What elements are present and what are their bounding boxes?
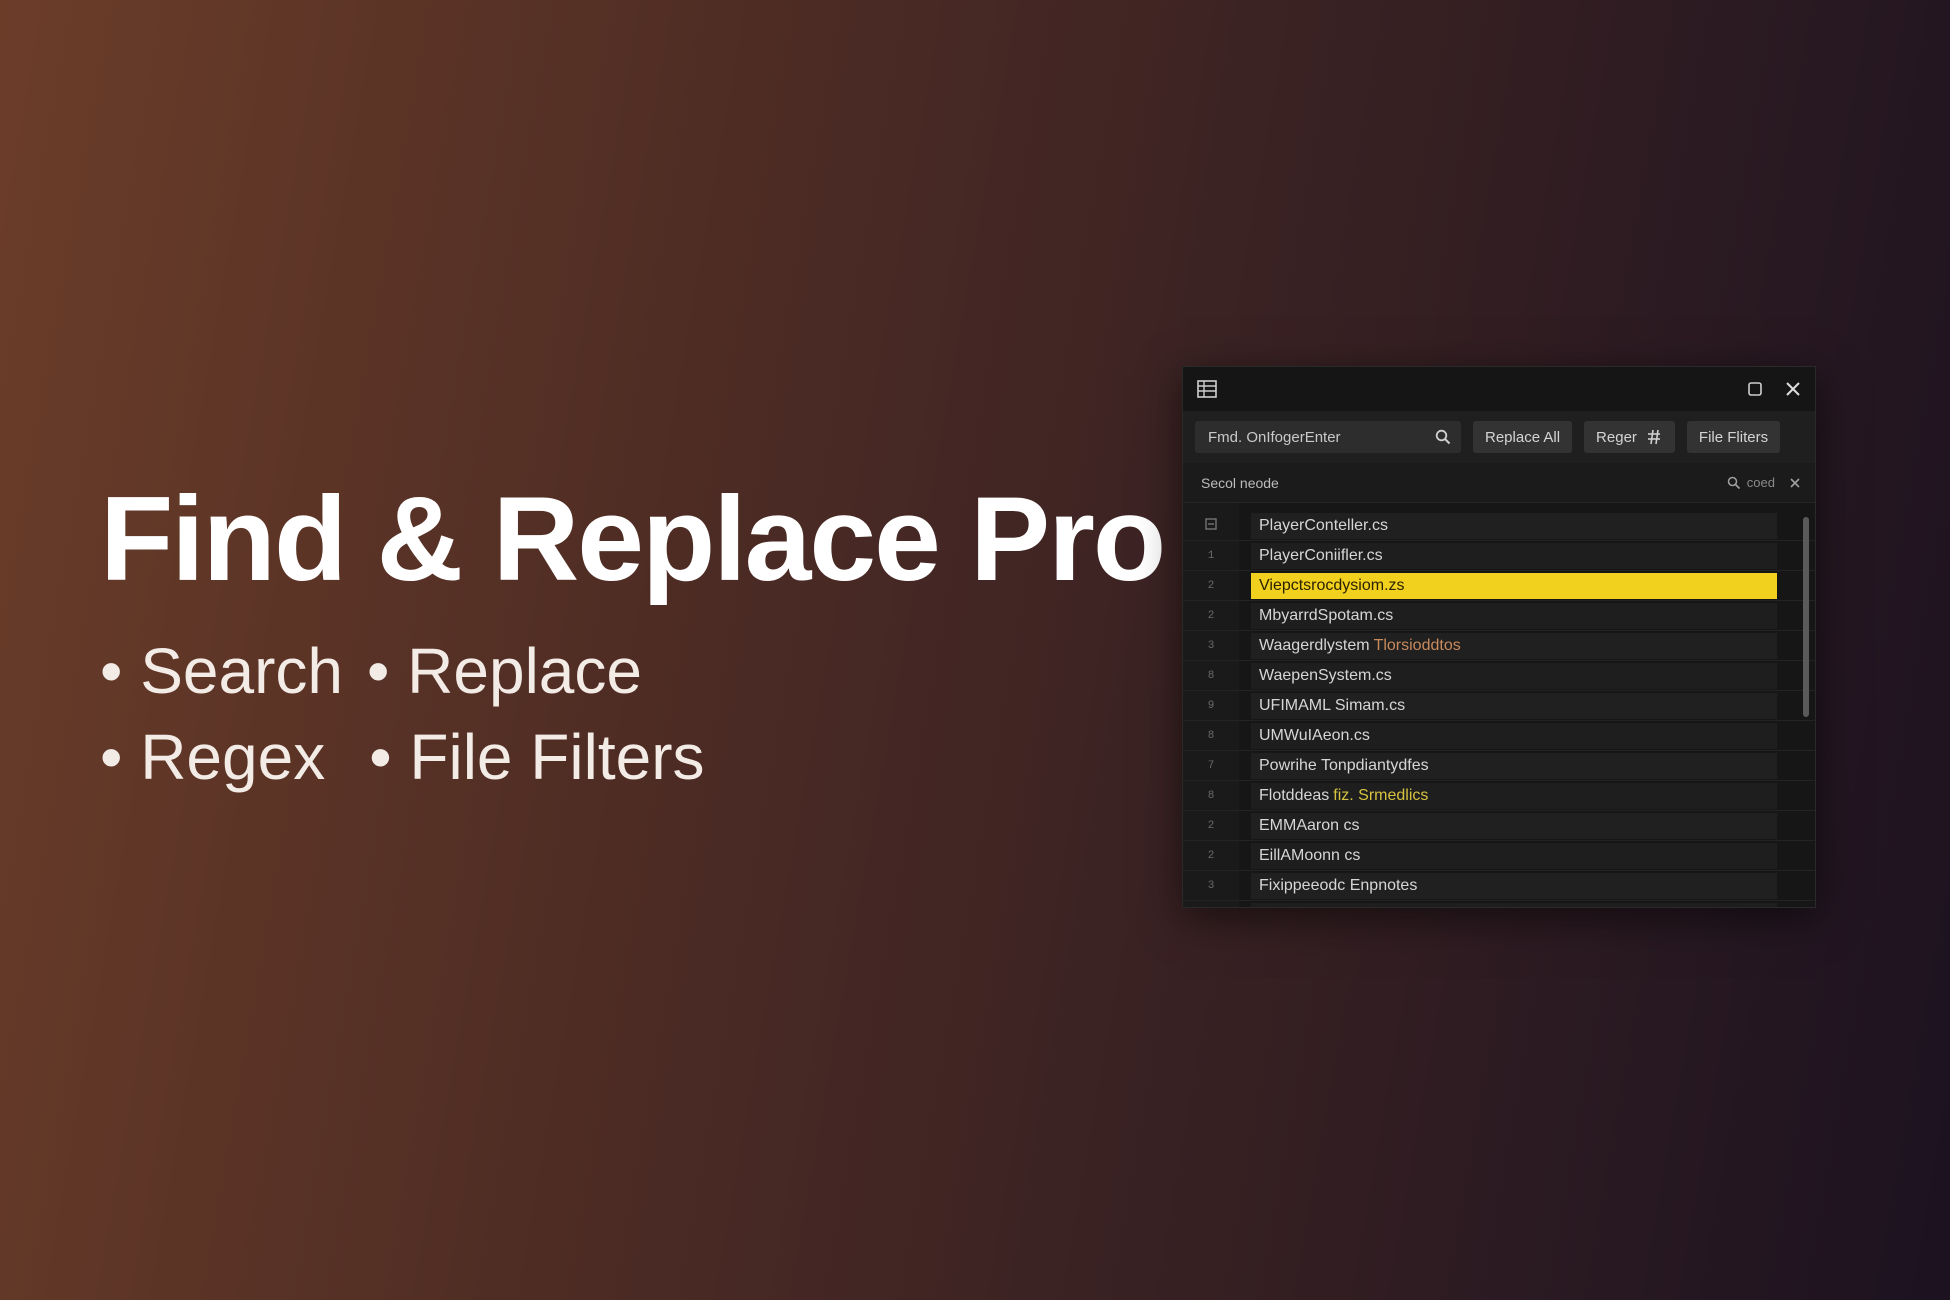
line-number: 2 xyxy=(1207,609,1215,622)
result-row[interactable]: 2 EMMAaron cs xyxy=(1183,811,1815,841)
result-row[interactable]: 9 UFIMAML Simam.cs xyxy=(1183,691,1815,721)
results-header-label: Secol neode xyxy=(1201,474,1279,491)
replace-all-label: Replace All xyxy=(1485,428,1561,446)
find-replace-panel: Fmd. OnIfogerEnter Replace All Reger Fil… xyxy=(1182,366,1816,908)
line-number: 3 xyxy=(1207,879,1215,892)
hero-section: Find & Replace Pro • Search • Replace • … xyxy=(100,470,1166,800)
result-row[interactable]: 2 Viepctsrocdysiom.zs xyxy=(1183,571,1815,601)
scrollbar[interactable] xyxy=(1803,517,1809,717)
line-number: 8 xyxy=(1207,789,1215,802)
filename-text: Fenollenrom cs xyxy=(1259,907,1368,908)
filename-text: Viepctsrocdysiom.zs xyxy=(1259,576,1405,594)
file-filters-label: File Fliters xyxy=(1698,428,1769,446)
filename-text: Powrihe Tonpdiantydfes xyxy=(1259,756,1429,774)
results-header: Secol neode coed xyxy=(1183,463,1815,503)
regex-button[interactable]: Reger xyxy=(1584,421,1675,453)
line-number: 8 xyxy=(1207,729,1215,742)
result-filename: Fenollenrom cs xyxy=(1251,902,1777,908)
result-filename: WaepenSystem.cs xyxy=(1251,662,1777,689)
result-row[interactable]: 3 Waagerdlystem Tlorsioddtos xyxy=(1183,631,1815,661)
feature-file-filters: • File Filters xyxy=(369,721,705,793)
feature-replace: • Replace xyxy=(366,635,642,707)
collapse-icon[interactable] xyxy=(1205,517,1217,534)
feature-row-1: • Search • Replace xyxy=(100,628,1164,714)
filename-match-text: Tlorsioddtos xyxy=(1373,636,1461,654)
filename-text: MbyarrdSpotam.cs xyxy=(1259,606,1394,624)
filename-text: Waagerdlystem xyxy=(1259,636,1370,654)
result-filename: PlayerConiifler.cs xyxy=(1251,542,1777,569)
regex-label: Reger xyxy=(1596,428,1637,446)
close-icon[interactable] xyxy=(1785,381,1801,397)
maximize-icon[interactable] xyxy=(1747,381,1763,397)
find-input[interactable]: Fmd. OnIfogerEnter xyxy=(1195,421,1461,453)
line-number xyxy=(1183,517,1239,534)
feature-list: • Search • Replace • Regex • File Filter… xyxy=(100,628,1164,800)
filename-match-text: fiz. Srmedlics xyxy=(1333,786,1429,804)
file-filters-button[interactable]: File Fliters xyxy=(1686,421,1781,453)
result-filename: MbyarrdSpotam.cs xyxy=(1251,602,1777,629)
results-search[interactable]: coed xyxy=(1727,475,1801,490)
filename-text: EillAMoonn cs xyxy=(1259,846,1361,864)
grid-menu-icon[interactable] xyxy=(1197,380,1217,398)
panel-titlebar xyxy=(1183,367,1815,411)
line-number: 2 xyxy=(1207,579,1215,592)
filename-text: UFIMAML Simam.cs xyxy=(1259,696,1406,714)
results-search-hint: coed xyxy=(1746,475,1775,490)
filename-text: EMMAaron cs xyxy=(1259,816,1360,834)
line-number: 9 xyxy=(1207,699,1215,712)
result-filename: Flotddeas fiz. Srmedlics xyxy=(1251,782,1777,809)
line-number: 2 xyxy=(1207,849,1215,862)
search-icon[interactable] xyxy=(1435,429,1451,445)
find-input-value: Fmd. OnIfogerEnter xyxy=(1208,428,1341,446)
line-number: 7 xyxy=(1207,759,1215,772)
filename-text: PlayerConiifler.cs xyxy=(1259,546,1383,564)
line-number: 8 xyxy=(1207,669,1215,682)
filename-text: PlayerConteller.cs xyxy=(1259,516,1388,534)
panel-toolbar: Fmd. OnIfogerEnter Replace All Reger Fil… xyxy=(1183,411,1815,463)
result-row[interactable]: PlayerConteller.cs xyxy=(1183,511,1815,541)
feature-row-2: • Regex • File Filters xyxy=(100,714,1164,800)
result-filename: EMMAaron cs xyxy=(1251,812,1777,839)
result-filename: Powrihe Tonpdiantydfes xyxy=(1251,752,1777,779)
filename-text: Fixippeeodc Enpnotes xyxy=(1259,876,1418,894)
search-small-icon xyxy=(1727,476,1741,490)
regex-icon xyxy=(1645,429,1663,445)
line-number: 1 xyxy=(1207,549,1215,562)
result-filename: EillAMoonn cs xyxy=(1251,842,1777,869)
result-filename-highlighted: Viepctsrocdysiom.zs xyxy=(1251,572,1777,599)
result-filename: UFIMAML Simam.cs xyxy=(1251,692,1777,719)
result-row[interactable]: 2 EillAMoonn cs xyxy=(1183,841,1815,871)
line-number: 2 xyxy=(1207,819,1215,832)
filename-text: Flotddeas xyxy=(1259,786,1330,804)
results-list: PlayerConteller.cs 1 PlayerConiifler.cs 2 Vi… xyxy=(1183,503,1815,907)
result-filename: Fixippeeodc Enpnotes xyxy=(1251,872,1777,899)
result-row[interactable]: Fenollenrom cs xyxy=(1183,901,1815,907)
result-row[interactable]: 2 MbyarrdSpotam.cs xyxy=(1183,601,1815,631)
result-row[interactable]: 3 Fixippeeodc Enpnotes xyxy=(1183,871,1815,901)
filename-text: WaepenSystem.cs xyxy=(1259,666,1392,684)
feature-regex: • Regex xyxy=(100,721,326,793)
result-row[interactable]: 8 UMWuIAeon.cs xyxy=(1183,721,1815,751)
feature-search: • Search xyxy=(100,635,343,707)
line-number: 3 xyxy=(1207,639,1215,652)
result-row[interactable]: 1 PlayerConiifler.cs xyxy=(1183,541,1815,571)
result-row[interactable]: 7 Powrihe Tonpdiantydfes xyxy=(1183,751,1815,781)
product-title: Find & Replace Pro xyxy=(100,472,1166,606)
result-row[interactable]: 8 Flotddeas fiz. Srmedlics xyxy=(1183,781,1815,811)
pin-icon[interactable] xyxy=(1789,477,1801,489)
filename-text: UMWuIAeon.cs xyxy=(1259,726,1370,744)
replace-all-button[interactable]: Replace All xyxy=(1473,421,1573,453)
result-row[interactable]: 8 WaepenSystem.cs xyxy=(1183,661,1815,691)
result-filename: PlayerConteller.cs xyxy=(1251,512,1777,539)
result-filename: Waagerdlystem Tlorsioddtos xyxy=(1251,632,1777,659)
result-filename: UMWuIAeon.cs xyxy=(1251,722,1777,749)
